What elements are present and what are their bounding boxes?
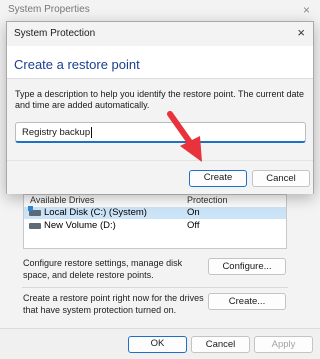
pointer-arrow-icon [167, 111, 202, 162]
create-button[interactable]: Create [189, 170, 247, 187]
dialog-close-icon[interactable]: × [297, 25, 305, 40]
dialog-heading: Create a restore point [14, 57, 140, 72]
dialog-titlebar: System Protection × [7, 22, 313, 46]
input-value: Registry backup [22, 127, 91, 139]
dialog-description: Type a description to help you identify … [15, 89, 305, 110]
text-caret [91, 127, 93, 138]
dialog-cancel-button[interactable]: Cancel [252, 170, 310, 187]
dialog-title: System Protection [14, 28, 96, 39]
dialog-header: Create a restore point [7, 46, 313, 79]
